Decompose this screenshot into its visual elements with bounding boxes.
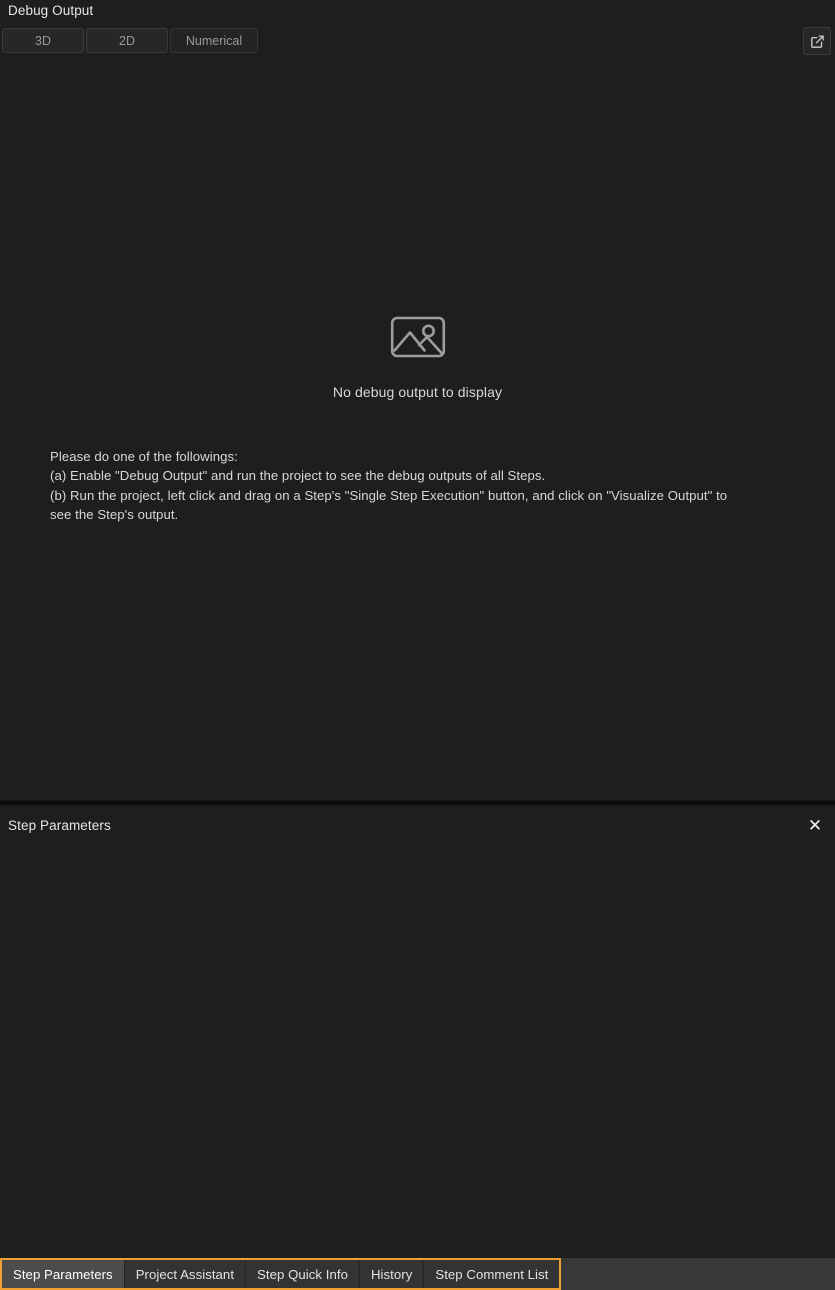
tab-step-quick-info[interactable]: Step Quick Info [246,1260,360,1288]
mode-numerical-button[interactable]: Numerical [170,28,258,53]
debug-output-panel: Debug Output 3D 2D Numerical No debug ou… [0,0,835,800]
step-parameters-body [0,845,835,1258]
tab-group: Step Parameters Project Assistant Step Q… [0,1258,562,1290]
step-parameters-title: Step Parameters [8,817,111,833]
external-link-button[interactable] [803,27,831,55]
hint-line-intro: Please do one of the followings: [50,449,238,464]
hint-line-a: (a) Enable "Debug Output" and run the pr… [50,468,546,484]
bottom-tab-bar: Step Parameters Project Assistant Step Q… [0,1258,835,1290]
debug-output-hint: Please do one of the followings: (a) Ena… [50,447,750,524]
tab-project-assistant[interactable]: Project Assistant [124,1260,247,1288]
mode-3d-button[interactable]: 3D [2,28,84,53]
external-link-icon [810,34,825,49]
debug-output-title: Debug Output [8,3,94,18]
hint-line-b: (b) Run the project, left click and drag… [50,487,728,522]
mode-2d-button[interactable]: 2D [86,28,168,53]
step-parameters-panel: Step Parameters ✕ [0,805,835,1258]
tab-history[interactable]: History [359,1260,425,1288]
step-parameters-header: Step Parameters ✕ [0,805,835,845]
empty-state: No debug output to display [0,312,835,400]
close-icon[interactable]: ✕ [803,813,827,837]
tab-step-comment-list[interactable]: Step Comment List [424,1260,560,1288]
tab-bar-filler [561,1258,835,1290]
empty-state-message: No debug output to display [332,384,503,400]
visualization-mode-bar: 3D 2D Numerical [2,28,258,53]
app-root: Debug Output 3D 2D Numerical No debug ou… [0,0,835,1290]
tab-step-parameters[interactable]: Step Parameters [2,1260,125,1288]
image-placeholder-icon [390,312,446,362]
